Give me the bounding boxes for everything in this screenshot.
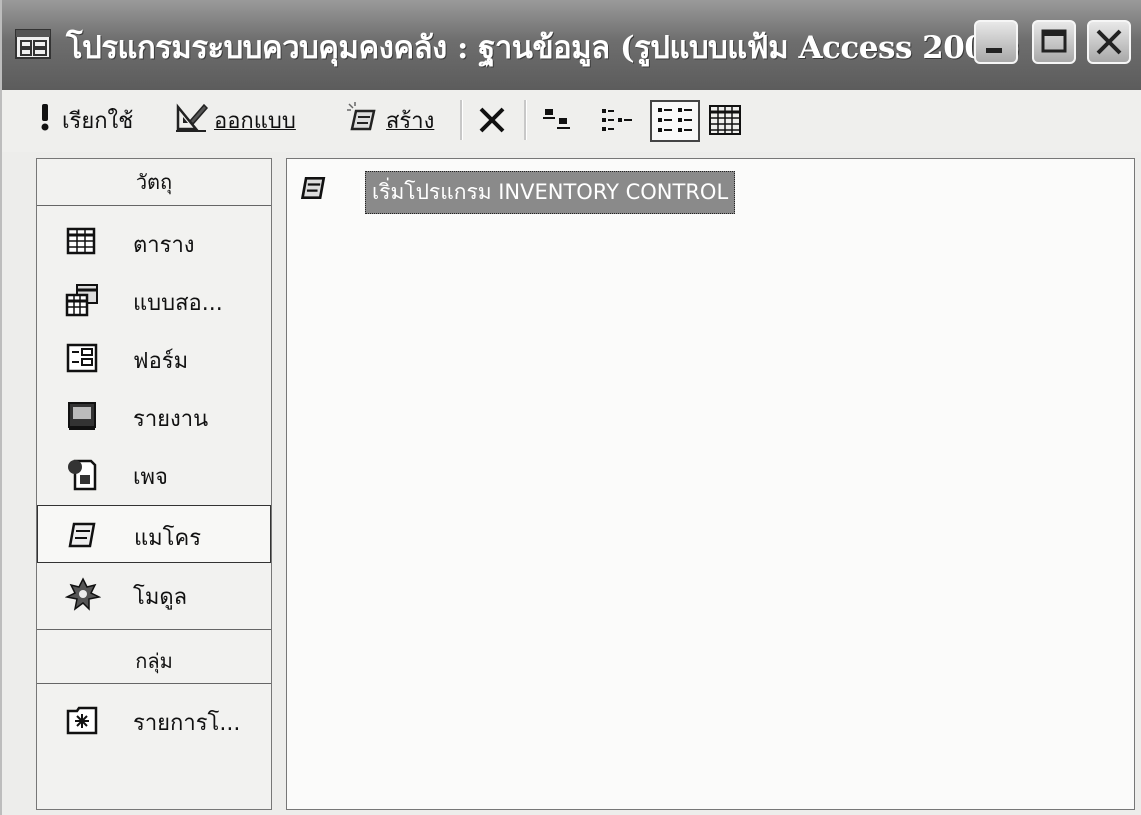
maximize-button[interactable] — [1032, 20, 1076, 64]
favorites-folder-icon — [65, 703, 99, 737]
object-item-label: แมโคร — [134, 526, 202, 551]
close-button[interactable] — [1087, 20, 1131, 64]
run-label: เรียกใช้ — [62, 108, 134, 134]
group-item-favorites[interactable]: รายการโ... — [37, 691, 271, 749]
form-icon — [65, 341, 99, 375]
macro-icon — [66, 518, 100, 552]
page-icon — [65, 457, 99, 491]
group-item-label: รายการโ... — [133, 711, 241, 736]
objects-divider — [37, 629, 271, 630]
run-icon — [38, 102, 52, 138]
object-item-label: แบบสอ... — [133, 291, 223, 316]
list-view-button[interactable] — [650, 100, 700, 142]
new-macro-icon — [346, 101, 380, 139]
module-icon — [64, 577, 102, 611]
delete-button[interactable] — [476, 104, 508, 140]
database-window-icon[interactable] — [14, 24, 54, 62]
object-item-forms[interactable]: ฟอร์ม — [37, 329, 271, 387]
object-item-modules[interactable]: โมดูล — [37, 565, 271, 623]
object-item-tables[interactable]: ตาราง — [37, 213, 271, 271]
groups-header[interactable]: กลุ่ม — [37, 639, 271, 684]
window-title: โปรแกรมระบบควบคุมคงคลัง : ฐานข้อมูล (รูป… — [66, 30, 1021, 66]
design-label: ออกแบบ — [214, 108, 296, 134]
object-item-label: โมดูล — [133, 585, 188, 610]
object-item-reports[interactable]: รายงาน — [37, 387, 271, 445]
object-item-label: ฟอร์ม — [133, 349, 189, 374]
object-item-label: รายงาน — [133, 407, 209, 432]
list-item-label: เริ่มโปรแกรม INVENTORY CONTROL — [365, 171, 736, 214]
object-item-pages[interactable]: เพจ — [37, 445, 271, 503]
query-icon — [65, 283, 99, 317]
toolbar-separator — [524, 100, 527, 140]
macro-icon — [299, 173, 329, 203]
toolbar-separator — [460, 100, 463, 140]
object-list: เริ่มโปรแกรม INVENTORY CONTROL — [286, 158, 1135, 810]
details-view-icon — [708, 105, 742, 140]
table-icon — [65, 225, 99, 259]
list-view-icon — [652, 108, 698, 144]
small-icons-button[interactable] — [600, 106, 634, 138]
title-bar[interactable]: โปรแกรมระบบควบคุมคงคลัง : ฐานข้อมูล (รูป… — [2, 0, 1141, 90]
object-item-queries[interactable]: แบบสอ... — [37, 271, 271, 329]
design-icon — [174, 101, 209, 139]
database-window: โปรแกรมระบบควบคุมคงคลัง : ฐานข้อมูล (รูป… — [0, 0, 1141, 815]
object-item-label: เพจ — [133, 465, 168, 490]
delete-icon — [476, 107, 508, 140]
details-view-button[interactable] — [708, 104, 742, 140]
object-item-label: ตาราง — [133, 233, 195, 258]
run-button[interactable]: เรียกใช้ — [38, 98, 133, 142]
new-label: สร้าง — [386, 108, 435, 134]
design-button[interactable]: ออกแบบ — [174, 98, 296, 142]
large-icons-icon — [542, 109, 572, 138]
new-button[interactable]: สร้าง — [346, 98, 434, 142]
minimize-button[interactable] — [974, 20, 1018, 64]
large-icons-button[interactable] — [542, 106, 572, 138]
object-item-macros[interactable]: แมโคร — [37, 505, 271, 563]
report-icon — [65, 399, 99, 433]
objects-header[interactable]: วัตถุ — [37, 159, 271, 206]
toolbar: เรียกใช้ ออกแบบ สร้าง — [2, 90, 1141, 152]
small-icons-icon — [600, 109, 634, 138]
objects-bar: วัตถุ ตาราง แบบสอ... ฟอร์ม รายงาน เพจ แม… — [36, 158, 272, 810]
